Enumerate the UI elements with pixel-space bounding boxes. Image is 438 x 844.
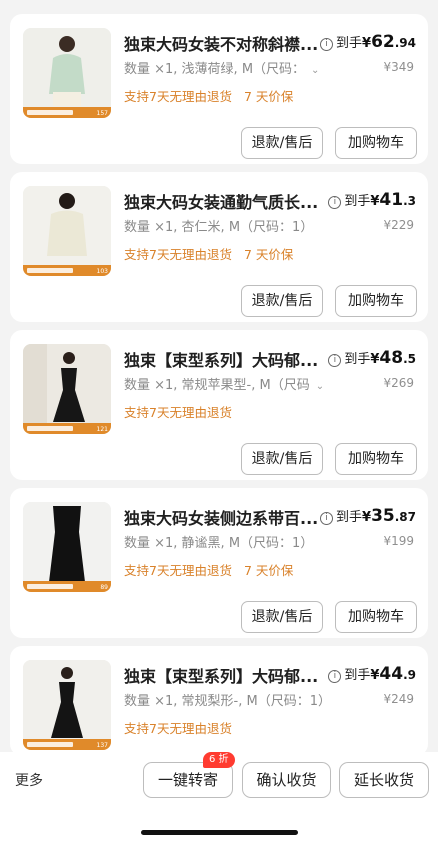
more-button[interactable]: 更多 <box>15 770 43 790</box>
refund-button[interactable]: 退款/售后 <box>241 443 323 475</box>
price-decimal: .87 <box>394 510 416 524</box>
price-integer: 62 <box>371 32 395 52</box>
add-to-cart-button[interactable]: 加购物车 <box>335 443 417 475</box>
top-peek <box>0 0 438 8</box>
refund-button[interactable]: 退款/售后 <box>241 285 323 317</box>
info-icon[interactable]: i <box>320 38 333 51</box>
order-card: 103 独束大码女装通勤气质长... 数量 ×1, 杏仁米, M（尺码：1） 支… <box>10 172 428 322</box>
info-icon[interactable]: i <box>320 512 333 525</box>
final-price: i 到手¥35.87 <box>320 506 416 526</box>
price-prefix: 到手 <box>344 194 371 209</box>
thumb-tag: 157 <box>96 110 108 117</box>
price-decimal: .9 <box>403 668 416 682</box>
add-to-cart-button[interactable]: 加购物车 <box>335 601 417 633</box>
confirm-receipt-button[interactable]: 确认收货 <box>242 762 331 798</box>
product-title[interactable]: 独束大码女装侧边系带百... <box>124 505 318 529</box>
product-spec[interactable]: 数量 ×1, 常规梨形-, M（尺码：1） <box>124 690 331 709</box>
product-photo-icon <box>23 660 111 750</box>
product-spec[interactable]: 数量 ×1, 杏仁米, M（尺码：1） <box>124 216 313 235</box>
product-thumbnail[interactable]: 103 <box>23 186 111 276</box>
spec-text: 数量 ×1, 常规苹果型-, M（尺码 <box>124 378 310 393</box>
chevron-down-icon: ⌄ <box>311 65 320 76</box>
service-tags: 支持7天无理由退货 7 天价保 <box>124 86 293 105</box>
price-prefix: 到手 <box>336 510 363 525</box>
extend-receipt-button[interactable]: 延长收货 <box>339 762 429 798</box>
final-price: i 到手¥48.5 <box>328 348 416 368</box>
add-to-cart-button[interactable]: 加购物车 <box>335 285 417 317</box>
product-photo-icon <box>23 186 111 276</box>
service-tag: 支持7天无理由退货 <box>124 405 232 420</box>
home-indicator[interactable] <box>141 830 298 835</box>
product-spec[interactable]: 数量 ×1, 常规苹果型-, M（尺码 ⌄ <box>124 374 324 393</box>
info-icon[interactable]: i <box>328 354 342 367</box>
price-integer: 48 <box>379 348 404 368</box>
product-thumbnail[interactable]: 89 <box>23 502 111 592</box>
refund-button[interactable]: 退款/售后 <box>241 127 323 159</box>
service-tags: 支持7天无理由退货 <box>124 402 232 421</box>
price-integer: 41 <box>379 190 404 210</box>
thumb-tag: 121 <box>96 426 108 433</box>
promo-band <box>23 581 111 592</box>
price-integer: 35 <box>371 506 395 526</box>
spec-text: 数量 ×1, 杏仁米, M（尺码：1） <box>124 220 314 235</box>
original-price: ¥249 <box>383 692 414 706</box>
service-tag: 7 天价保 <box>243 247 294 262</box>
service-tag: 支持7天无理由退货 <box>124 721 232 736</box>
discount-badge: 6 折 <box>203 752 235 768</box>
service-tags: 支持7天无理由退货 7 天价保 <box>124 244 293 263</box>
product-photo-icon <box>23 28 111 118</box>
spec-text: 数量 ×1, 常规梨形-, M（尺码：1） <box>124 694 332 709</box>
currency-symbol: ¥ <box>362 510 372 525</box>
order-card: 89 独束大码女装侧边系带百... 数量 ×1, 静谧黑, M（尺码：1） 支持… <box>10 488 428 638</box>
spec-text: 数量 ×1, 浅薄荷绿, M（尺码： <box>124 62 306 77</box>
add-to-cart-button[interactable]: 加购物车 <box>335 127 417 159</box>
order-card: 157 独束大码女装不对称斜襟... 数量 ×1, 浅薄荷绿, M（尺码： ⌄ 支… <box>10 14 428 164</box>
order-card: 137 独束【束型系列】大码郁... 数量 ×1, 常规梨形-, M（尺码：1）… <box>10 646 428 756</box>
price-prefix: 到手 <box>344 352 371 367</box>
thumb-tag: 137 <box>96 742 108 749</box>
price-integer: 44 <box>379 664 404 684</box>
product-thumbnail[interactable]: 157 <box>23 28 111 118</box>
product-spec[interactable]: 数量 ×1, 静谧黑, M（尺码：1） <box>124 532 313 551</box>
service-tag: 7 天价保 <box>243 563 294 578</box>
final-price: i 到手¥44.9 <box>328 664 416 684</box>
thumb-tag: 89 <box>100 584 108 591</box>
chevron-down-icon: ⌄ <box>315 381 325 392</box>
product-title[interactable]: 独束【束型系列】大码郁... <box>124 663 318 687</box>
spec-text: 数量 ×1, 静谧黑, M（尺码：1） <box>124 536 314 551</box>
order-card: 121 独束【束型系列】大码郁... 数量 ×1, 常规苹果型-, M（尺码 ⌄ … <box>10 330 428 480</box>
product-title[interactable]: 独束大码女装通勤气质长... <box>124 189 318 213</box>
service-tags: 支持7天无理由退货 7 天价保 <box>124 560 293 579</box>
currency-symbol: ¥ <box>362 36 372 51</box>
price-decimal: .3 <box>403 194 416 208</box>
service-tags: 支持7天无理由退货 <box>124 718 232 737</box>
service-tag: 支持7天无理由退货 <box>124 247 232 262</box>
product-title[interactable]: 独束【束型系列】大码郁... <box>124 347 318 371</box>
final-price: i 到手¥41.3 <box>328 190 416 210</box>
product-photo-icon <box>23 502 111 592</box>
product-thumbnail[interactable]: 121 <box>23 344 111 434</box>
original-price: ¥349 <box>383 60 414 74</box>
info-icon[interactable]: i <box>328 670 342 683</box>
refund-button[interactable]: 退款/售后 <box>241 601 323 633</box>
price-prefix: 到手 <box>344 668 371 683</box>
info-icon[interactable]: i <box>328 196 342 209</box>
product-photo-icon <box>23 344 111 434</box>
price-decimal: .94 <box>394 36 416 50</box>
service-tag: 7 天价保 <box>243 89 294 104</box>
product-title[interactable]: 独束大码女装不对称斜襟... <box>124 31 318 55</box>
price-decimal: .5 <box>403 352 416 366</box>
original-price: ¥269 <box>383 376 414 390</box>
product-thumbnail[interactable]: 137 <box>23 660 111 750</box>
service-tag: 支持7天无理由退货 <box>124 89 232 104</box>
final-price: i 到手¥62.94 <box>320 32 416 52</box>
price-prefix: 到手 <box>336 36 363 51</box>
product-spec[interactable]: 数量 ×1, 浅薄荷绿, M（尺码： ⌄ <box>124 58 319 77</box>
service-tag: 支持7天无理由退货 <box>124 563 232 578</box>
thumb-tag: 103 <box>96 268 108 275</box>
bottom-action-bar: 更多 一键转寄 6 折 确认收货 延长收货 <box>0 752 438 844</box>
original-price: ¥229 <box>383 218 414 232</box>
original-price: ¥199 <box>383 534 414 548</box>
